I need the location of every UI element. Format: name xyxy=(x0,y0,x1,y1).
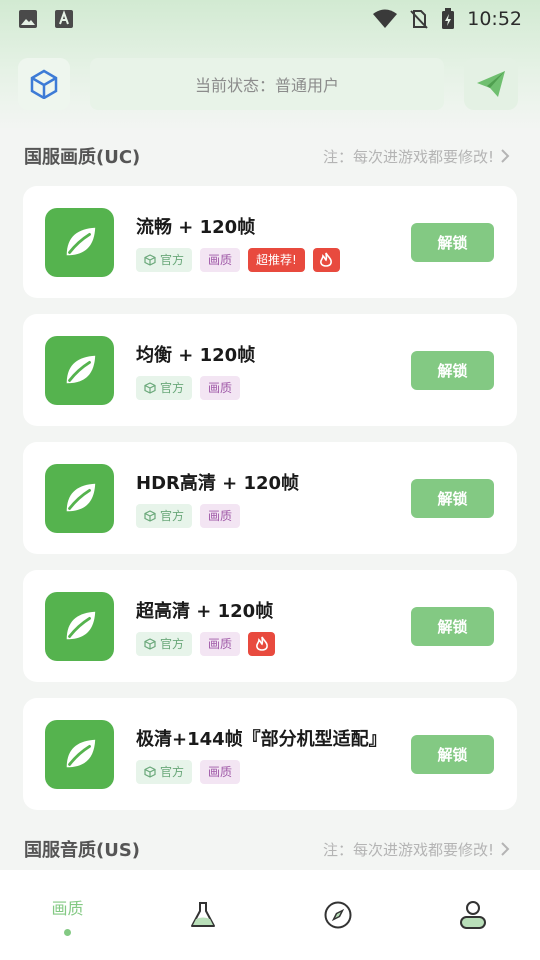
preset-card: 超高清 + 120帧 官方 画质 解锁 xyxy=(23,570,517,682)
compass-icon xyxy=(324,901,351,929)
leaf-app-icon xyxy=(45,463,114,533)
user-status-box: 当前状态：普通用户 xyxy=(90,58,444,110)
preset-title: 流畅 + 120帧 xyxy=(136,216,256,238)
leaf-app-icon xyxy=(45,719,114,789)
chevron-right-icon xyxy=(501,842,510,856)
unlock-button[interactable]: 解锁 xyxy=(411,735,494,774)
official-tag: 官方 xyxy=(136,631,193,656)
preset-card: 极清+144帧『部分机型适配』 官方 画质 解锁 xyxy=(23,698,517,810)
official-tag-label: 官方 xyxy=(160,381,185,395)
unlock-button[interactable]: 解锁 xyxy=(411,351,494,390)
section-note-text: 注：每次进游戏都要修改! xyxy=(322,840,494,859)
official-tag-label: 官方 xyxy=(160,637,185,651)
leaf-icon xyxy=(66,227,95,256)
tab-discover[interactable] xyxy=(270,870,405,960)
preset-card: 均衡 + 120帧 官方 画质 解锁 xyxy=(23,314,517,426)
user-status-text: 当前状态：普通用户 xyxy=(194,76,339,95)
official-tag-label: 官方 xyxy=(160,253,185,267)
preset-card: 流畅 + 120帧 官方 画质 超推荐! 解锁 xyxy=(23,186,517,298)
leaf-icon xyxy=(66,355,95,384)
section-note-link[interactable]: 注：每次进游戏都要修改! xyxy=(323,146,510,167)
official-tag-label: 官方 xyxy=(160,509,185,523)
cube-icon xyxy=(144,637,156,650)
cube-icon xyxy=(144,381,156,394)
fire-tag xyxy=(312,247,340,272)
no-sim-icon xyxy=(410,10,428,29)
clock: 10:52 xyxy=(467,8,522,30)
quality-tag: 画质 xyxy=(200,247,241,272)
fire-icon xyxy=(320,252,333,267)
leaf-icon xyxy=(66,611,95,640)
cube-logo-icon xyxy=(30,69,58,99)
flask-icon xyxy=(190,902,215,927)
quality-tag: 画质 xyxy=(200,503,241,528)
section-note-text: 注：每次进游戏都要修改! xyxy=(322,147,494,166)
leaf-icon xyxy=(66,739,95,768)
recommended-tag: 超推荐! xyxy=(248,247,305,272)
image-icon xyxy=(19,10,37,28)
status-bar: 10:52 xyxy=(0,0,540,38)
official-tag: 官方 xyxy=(136,375,193,400)
tab-quality-label: 画质 xyxy=(51,898,84,918)
tab-profile[interactable] xyxy=(405,870,540,960)
unlock-button[interactable]: 解锁 xyxy=(411,479,494,518)
official-tag: 官方 xyxy=(136,759,193,784)
active-indicator xyxy=(64,928,71,936)
preset-title: 均衡 + 120帧 xyxy=(136,344,256,366)
tab-lab[interactable] xyxy=(135,870,270,960)
section-title: 国服音质(US) xyxy=(24,840,141,861)
leaf-app-icon xyxy=(45,335,114,405)
section-header-us: 国服音质(US) 注：每次进游戏都要修改! xyxy=(24,834,510,864)
quality-tag: 画质 xyxy=(200,375,241,400)
tab-quality[interactable]: 画质 xyxy=(0,870,135,960)
paper-plane-icon xyxy=(477,71,505,97)
font-a-icon xyxy=(55,10,73,28)
leaf-app-icon xyxy=(45,591,114,661)
unlock-button[interactable]: 解锁 xyxy=(411,223,494,262)
send-button[interactable] xyxy=(464,58,518,110)
preset-list: 流畅 + 120帧 官方 画质 超推荐! 解锁 均衡 + 120帧 官方 画质 … xyxy=(23,186,517,826)
official-tag-label: 官方 xyxy=(160,765,185,779)
battery-charging-icon xyxy=(442,8,455,29)
chevron-right-icon xyxy=(501,149,510,163)
cube-icon xyxy=(144,765,156,778)
profile-icon xyxy=(459,901,486,929)
fire-icon xyxy=(255,636,268,651)
leaf-app-icon xyxy=(45,207,114,277)
section-note-link[interactable]: 注：每次进游戏都要修改! xyxy=(323,839,510,860)
preset-card: HDR高清 + 120帧 官方 画质 解锁 xyxy=(23,442,517,554)
wifi-icon xyxy=(373,9,398,28)
section-header-uc: 国服画质(UC) 注：每次进游戏都要修改! xyxy=(24,141,510,171)
quality-tag: 画质 xyxy=(200,759,241,784)
official-tag: 官方 xyxy=(136,247,193,272)
cube-icon xyxy=(144,509,156,522)
bottom-nav: 画质 xyxy=(0,870,540,960)
preset-title: 极清+144帧『部分机型适配』 xyxy=(136,728,387,750)
logo-button[interactable] xyxy=(18,58,70,110)
quality-tag: 画质 xyxy=(200,631,241,656)
leaf-icon xyxy=(66,483,95,512)
preset-title: HDR高清 + 120帧 xyxy=(136,472,300,494)
official-tag: 官方 xyxy=(136,503,193,528)
unlock-button[interactable]: 解锁 xyxy=(411,607,494,646)
section-title: 国服画质(UC) xyxy=(24,147,141,168)
preset-title: 超高清 + 120帧 xyxy=(136,600,274,622)
fire-tag xyxy=(248,631,276,656)
app-header: 当前状态：普通用户 xyxy=(18,58,518,110)
cube-icon xyxy=(144,253,156,266)
